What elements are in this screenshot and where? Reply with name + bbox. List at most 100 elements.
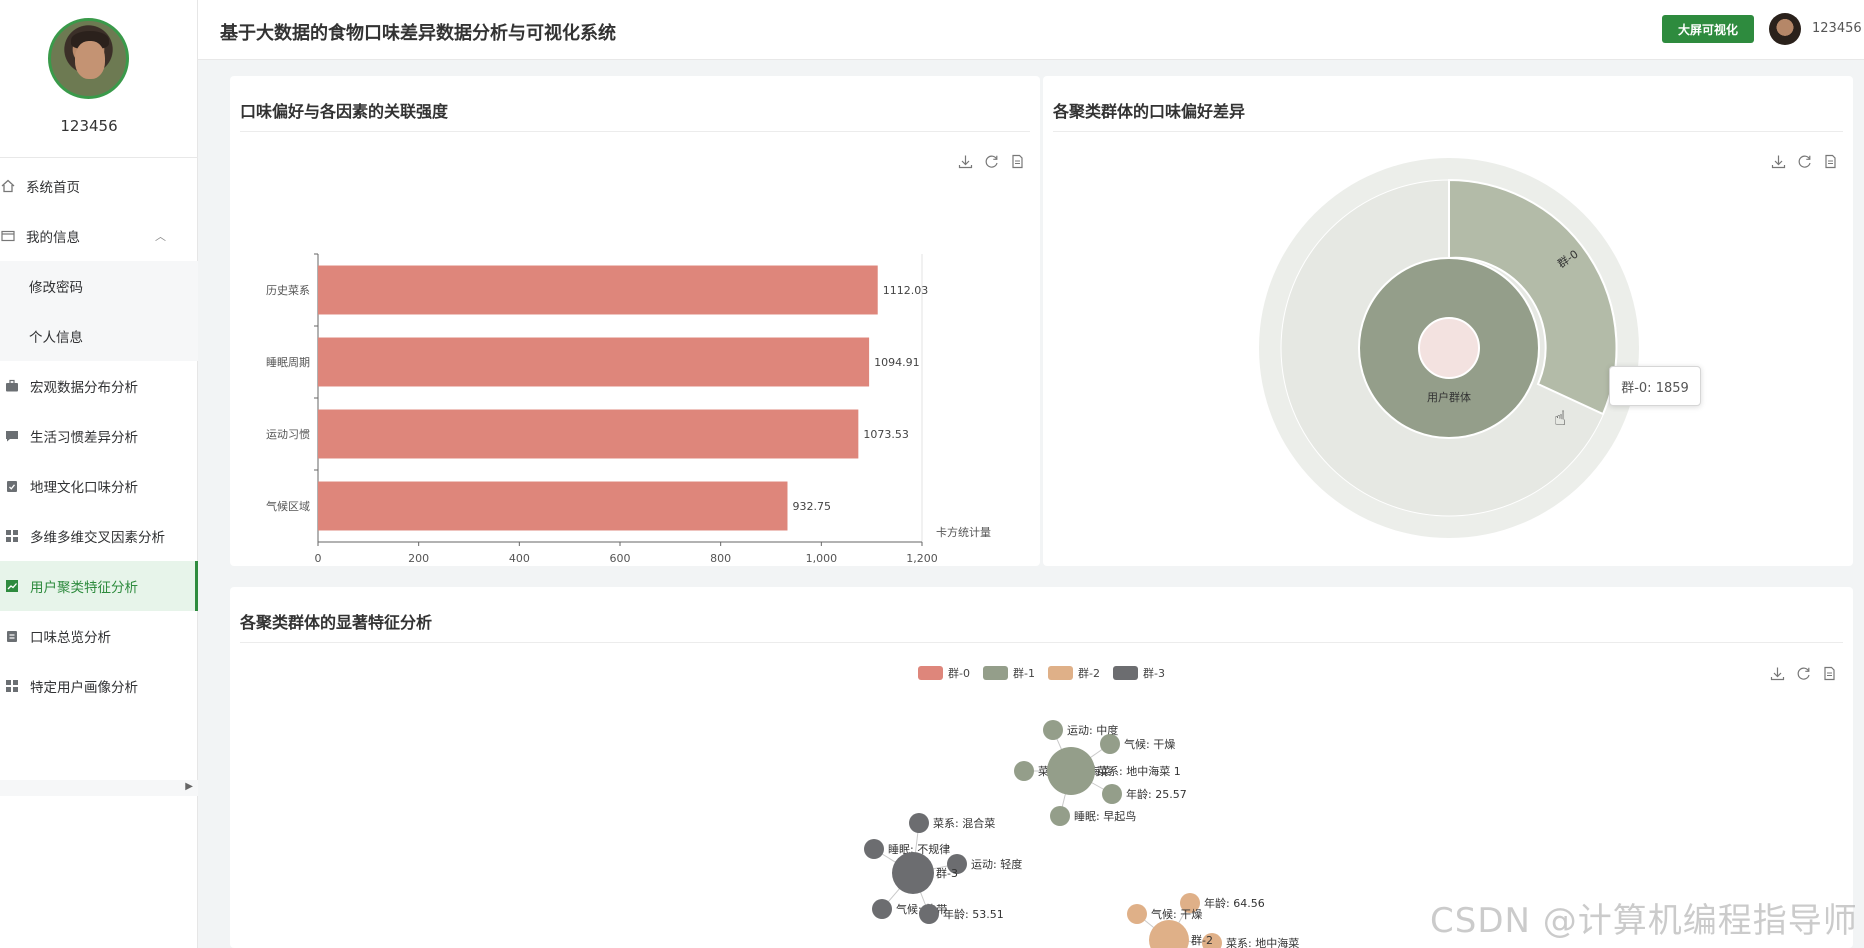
feature-node (1014, 761, 1034, 781)
sidebar-collapse-bar[interactable]: ▶ (0, 780, 198, 796)
sidebar-item-lifestyle[interactable]: 生活习惯差异分析 (0, 411, 198, 461)
sidebar-item-label: 口味总览分析 (30, 630, 111, 646)
sidebar-item-user-portrait[interactable]: 特定用户画像分析 (0, 661, 198, 711)
sidebar-item-cross-factor[interactable]: 多维多维交叉因素分析 (0, 511, 198, 561)
header-avatar[interactable] (1769, 13, 1801, 45)
bar (318, 409, 859, 459)
app-title: 基于大数据的食物口味差异数据分析与可视化系统 (220, 23, 616, 44)
sidebar-item-home[interactable]: 系统首页 (0, 161, 198, 211)
chevron-up-icon[interactable]: ︿ (155, 228, 166, 244)
cluster-node-label: 群-2 (1191, 933, 1213, 947)
x-axis-label: 卡方统计量 (936, 525, 991, 539)
panel-divider (240, 642, 1843, 643)
user-avatar[interactable] (48, 18, 129, 99)
bar-value-label: 1094.91 (874, 356, 920, 369)
feature-node (1050, 806, 1070, 826)
sidebar-item-my-info[interactable]: 我的信息 ︿ (0, 211, 198, 261)
hand-cursor-icon: ☝ (1554, 406, 1567, 430)
legend-swatch (1048, 666, 1073, 680)
feature-node-label: 菜系: 地中海菜 (1226, 936, 1299, 948)
legend-swatch (918, 666, 943, 680)
cluster-node (892, 852, 934, 894)
feature-node-label: 运动: 轻度 (971, 857, 1022, 871)
feature-node (1102, 784, 1122, 804)
cluster-node-label: 群-3 (936, 866, 958, 880)
legend-label: 群-3 (1143, 666, 1165, 680)
sunburst-center-label: 用户群体 (1427, 390, 1471, 404)
feature-node (1043, 720, 1063, 740)
sidebar-item-label: 系统首页 (26, 180, 80, 196)
briefcase-icon (4, 378, 20, 394)
id-card-icon (0, 228, 16, 244)
feature-node (909, 813, 929, 833)
y-tick-label: 运动习惯 (266, 427, 310, 441)
sidebar-item-label: 特定用户画像分析 (30, 680, 138, 696)
x-tick-label: 1,200 (906, 552, 938, 565)
feature-node-label: 年龄: 25.57 (1126, 787, 1187, 801)
chart-tooltip: 群-0: 1859 (1609, 366, 1701, 406)
sidebar: 123456 系统首页 我的信息 ︿ 修改密码 个人信息 宏观数据分布分析 生活… (0, 0, 198, 948)
legend-label: 群-1 (1013, 666, 1035, 680)
sidebar-item-taste-overview[interactable]: 口味总览分析 (0, 611, 198, 661)
sidebar-username: 123456 (60, 117, 118, 135)
sidebar-item-label: 个人信息 (29, 330, 83, 346)
sidebar-item-label: 我的信息 (26, 230, 80, 246)
grid-icon (4, 528, 20, 544)
legend-swatch (1113, 666, 1138, 680)
header-username[interactable]: 123456 (1812, 21, 1862, 36)
sidebar-item-personal-info[interactable]: 个人信息 (0, 311, 198, 361)
bar (318, 481, 788, 531)
sidebar-item-macro-distribution[interactable]: 宏观数据分布分析 (0, 361, 198, 411)
cluster-node-label: 菜系: 地中海菜 1 (1097, 764, 1181, 778)
feature-node (1100, 734, 1120, 754)
feature-node (1127, 904, 1147, 924)
sidebar-item-label: 多维多维交叉因素分析 (30, 530, 165, 546)
clipboard-check-icon (4, 478, 20, 494)
bar-value-label: 1112.03 (883, 284, 929, 297)
sidebar-item-geo-culture[interactable]: 地理文化口味分析 (0, 461, 198, 511)
sidebar-divider (0, 157, 198, 158)
sunburst-center (1418, 317, 1480, 379)
y-tick-label: 历史菜系 (266, 284, 310, 297)
chat-icon (4, 428, 20, 444)
y-tick-label: 气候区域 (266, 499, 310, 513)
panel-title: 各聚类群体的显著特征分析 (240, 613, 433, 632)
panel-title: 各聚类群体的口味偏好差异 (1053, 102, 1246, 121)
cluster-node (1149, 920, 1189, 948)
feature-node (864, 839, 884, 859)
bar-value-label: 1073.53 (863, 428, 909, 441)
big-screen-button[interactable]: 大屏可视化 (1662, 15, 1754, 43)
sidebar-item-label: 地理文化口味分析 (30, 480, 138, 496)
caret-right-icon: ▶ (185, 781, 193, 792)
y-tick-label: 睡眠周期 (266, 356, 310, 369)
feature-node-label: 气候: 干燥 (1124, 737, 1175, 751)
legend-label: 群-2 (1078, 666, 1100, 680)
csdn-watermark: CSDN @计算机编程指导师 (1430, 901, 1858, 941)
sidebar-item-user-cluster[interactable]: 用户聚类特征分析 (0, 561, 198, 611)
bar (318, 265, 878, 315)
home-icon (0, 178, 16, 194)
x-tick-label: 800 (710, 552, 731, 565)
grid-icon (4, 678, 20, 694)
cluster-node (1047, 747, 1095, 795)
sunburst-panel: 各聚类群体的口味偏好差异 用户群体 群-0 (1043, 76, 1853, 566)
x-tick-label: 200 (408, 552, 429, 565)
legend-swatch (983, 666, 1008, 680)
sunburst-chart: 用户群体 群-0 (1259, 158, 1639, 538)
feature-node (919, 904, 939, 924)
panel-divider (240, 131, 1030, 132)
feature-node-label: 菜系: 混合菜 (933, 816, 995, 830)
feature-node-label: 气候: 干燥 (1151, 907, 1202, 921)
feature-node-label: 年龄: 64.56 (1204, 896, 1265, 910)
avatar-face (75, 41, 105, 79)
x-tick-label: 0 (315, 552, 322, 565)
sidebar-item-change-password[interactable]: 修改密码 (0, 261, 198, 311)
sidebar-item-label: 用户聚类特征分析 (30, 580, 138, 596)
x-tick-label: 1,000 (806, 552, 838, 565)
panel-divider (1053, 131, 1843, 132)
association-panel: 口味偏好与各因素的关联强度 历史菜系 1112.03 睡眠周期 1094.91 运动习惯… (230, 76, 1040, 566)
clipboard-icon (4, 628, 20, 644)
feature-node (872, 899, 892, 919)
trend-icon (4, 578, 20, 594)
bar-chart: 历史菜系 1112.03 睡眠周期 1094.91 运动习惯 1073.53 气候区域 932… (266, 253, 991, 565)
